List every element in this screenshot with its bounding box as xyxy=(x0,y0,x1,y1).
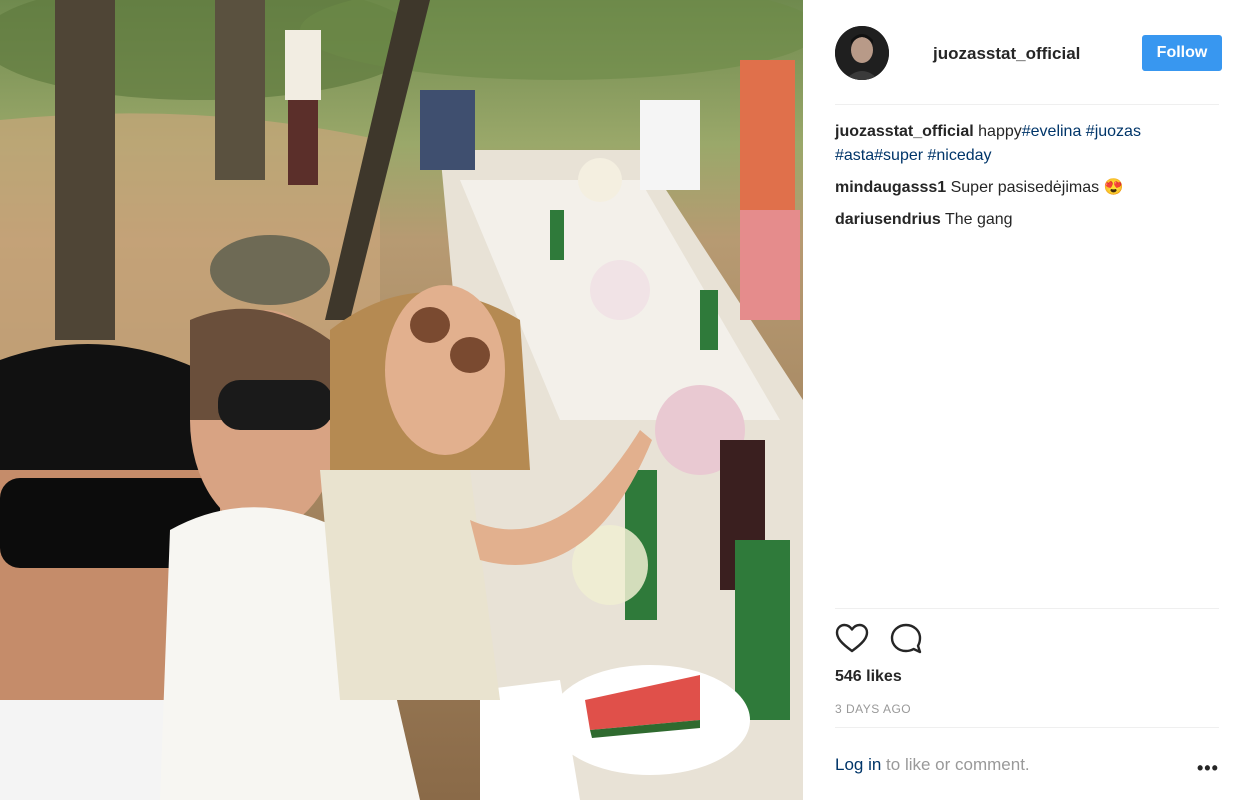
post-side-panel: juozasstat_official Follow juozasstat_of… xyxy=(803,0,1251,800)
caption-text: happy xyxy=(978,123,1022,140)
comment-username[interactable]: dariusendrius xyxy=(835,211,941,228)
comments-list: juozasstat_official happy#evelina #juoza… xyxy=(835,120,1219,240)
avatar[interactable] xyxy=(835,26,889,80)
caption: juozasstat_official happy#evelina #juoza… xyxy=(835,120,1219,168)
post-header: juozasstat_official Follow xyxy=(835,26,1222,82)
hashtag-evelina[interactable]: #evelina xyxy=(1022,123,1082,140)
comment-item: dariusendrius The gang xyxy=(835,208,1219,232)
login-link[interactable]: Log in xyxy=(835,755,881,774)
login-prompt: Log in to like or comment. xyxy=(835,755,1030,775)
comment-text: Super pasisedėjimas 😍 xyxy=(950,179,1124,196)
post-actions xyxy=(835,622,1219,658)
comment-bubble-icon[interactable] xyxy=(889,622,925,658)
post-username[interactable]: juozasstat_official xyxy=(933,44,1080,64)
post-timestamp[interactable]: 3 DAYS AGO xyxy=(835,702,911,716)
actions-divider xyxy=(835,608,1219,609)
hashtag-niceday[interactable]: #niceday xyxy=(923,147,992,164)
follow-button[interactable]: Follow xyxy=(1142,35,1222,71)
header-divider xyxy=(835,104,1219,105)
caption-username[interactable]: juozasstat_official xyxy=(835,123,974,140)
hashtag-juozas[interactable]: #juozas xyxy=(1081,123,1141,140)
login-prompt-text: to like or comment. xyxy=(881,755,1030,774)
comment-username[interactable]: mindaugasss1 xyxy=(835,179,946,196)
heart-icon[interactable] xyxy=(835,622,871,658)
comment-text: The gang xyxy=(944,211,1013,228)
post-photo[interactable] xyxy=(0,0,803,800)
likes-count[interactable]: 546 likes xyxy=(835,668,902,686)
footer-divider xyxy=(835,727,1219,728)
comment-item: mindaugasss1 Super pasisedėjimas 😍 xyxy=(835,176,1219,200)
more-options-icon[interactable]: ••• xyxy=(1197,758,1219,779)
hashtag-super[interactable]: #super xyxy=(874,147,923,164)
avatar-image xyxy=(835,26,889,80)
hashtag-asta[interactable]: #asta xyxy=(835,147,874,164)
post-photo-image xyxy=(0,0,803,800)
